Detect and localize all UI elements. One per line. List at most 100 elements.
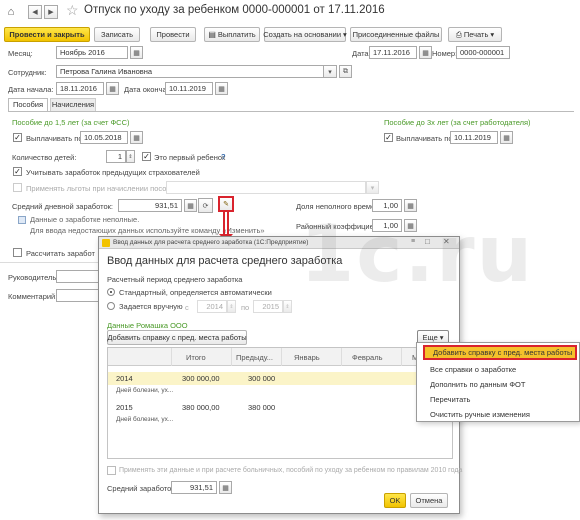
row-total: 300 000,00 [182,374,220,383]
calendar-icon[interactable]: ▦ [215,82,228,95]
forward-icon[interactable]: ▶ [44,5,58,19]
add-certificate-button[interactable]: Добавить справку с пред. места работы [107,330,247,345]
avg-earnings-label: Средний дневной заработок: [12,202,113,211]
create-based-label: Создать на основании [263,30,342,39]
pay-until3-field[interactable]: 10.11.2019 [450,131,498,144]
refresh-icon[interactable]: ⟳ [198,198,213,213]
dropdown-icon[interactable]: ▾ [324,65,337,78]
column-header [108,348,172,366]
menu-item-fill-from-payroll[interactable]: Дополнить по данным ФОТ [417,377,580,392]
table-row[interactable]: 2014 300 000,00 300 000 [108,372,452,385]
apply-label: Применять эти данные и при расчете больн… [119,467,463,474]
to-year-field: 2015 [253,300,283,313]
table-row[interactable]: Дней болезни, ух... [108,385,452,398]
menu-item-reread[interactable]: Перечитать [417,392,580,407]
prev-insurers-label: Учитывать заработок предыдущих страховат… [26,168,200,177]
chevron-down-icon: ▾ [439,333,444,342]
dialog-window-title: Ввод данных для расчета среднего заработ… [113,239,309,246]
home-icon[interactable]: ⌂ [4,5,18,19]
tab-accruals[interactable]: Начисления [50,98,96,111]
privileges-checkbox[interactable] [13,183,22,192]
print-label: Печать [463,30,489,39]
save-button[interactable]: Записать [94,27,140,42]
calendar-icon[interactable]: ▦ [130,131,143,144]
pay-until-field[interactable]: 10.05.2018 [80,131,128,144]
tab-benefits[interactable]: Пособия [8,98,48,111]
info-icon [18,216,26,224]
comment-field[interactable] [56,289,102,302]
stepper-icon: ⇕ [283,300,292,313]
start-date-label: Дата начала: [8,85,54,94]
tab-underline [8,111,574,112]
row-subtitle: Дней болезни, ух... [116,416,174,423]
standard-label: Стандартный, определяется автоматически [119,288,272,297]
earnings-table: Итого Предыду... Январь Февраль Ма 2014 … [107,347,453,459]
manager-field[interactable] [56,270,102,283]
print-button[interactable]: ⎙ Печать ▾ [448,27,502,42]
calendar-icon[interactable]: ▦ [500,131,513,144]
calendar-icon[interactable]: ▦ [130,46,143,59]
calculator-icon[interactable]: ▦ [184,199,197,212]
standard-radio[interactable] [107,288,115,296]
pay-button[interactable]: ▤ Выплатить [204,27,260,42]
pay-until-checkbox[interactable]: ✓ [13,133,22,142]
window-title: Отпуск по уходу за ребенком 0000-000001 … [84,4,385,16]
callout-arrow [223,212,229,236]
create-based-button[interactable]: Создать на основании ▾ [263,27,347,42]
comment-label: Комментарий: [8,292,58,301]
under15-title: Пособие до 1,5 лет (за счет ФСС) [12,118,130,127]
column-header: Январь [282,348,342,366]
edit-pencil-icon[interactable]: ✎ [218,196,234,212]
chevron-down-icon: ▾ [490,30,495,39]
calculator-icon[interactable]: ▦ [219,481,232,494]
warning-line1: Данные о заработке неполные. [30,215,140,224]
calendar-icon[interactable]: ▦ [106,82,119,95]
avg-earnings-field[interactable]: 931,51 [171,481,217,494]
pay-until3-label: Выплачивать по [396,134,453,143]
cancel-button[interactable]: Отмена [410,493,448,508]
pay-until-label: Выплачивать по [26,134,83,143]
open-link-icon[interactable]: ⧉ [339,65,352,78]
period-label: Расчетный период среднего заработка [107,275,243,284]
employee-label: Сотрудник: [8,68,47,77]
column-header: Февраль [342,348,402,366]
back-icon[interactable]: ◀ [28,5,42,19]
end-date-field[interactable]: 10.11.2019 [165,82,213,95]
prev-insurers-checkbox[interactable]: ✓ [13,167,22,176]
manual-radio[interactable] [107,302,115,310]
row-subtitle: Дней болезни, ух... [116,387,174,394]
menu-item-all-certificates[interactable]: Все справки о заработке [417,362,580,377]
favorite-star-icon[interactable]: ☆ [66,2,79,19]
children-count-label: Количество детей: [12,153,77,162]
month-field[interactable]: Ноябрь 2016 [56,46,128,59]
children-count-field[interactable]: 1 [106,150,126,163]
menu-item-clear-manual[interactable]: Очистить ручные изменения [417,407,580,422]
pay-until3-checkbox[interactable]: ✓ [384,133,393,142]
start-date-field[interactable]: 18.11.2016 [56,82,104,95]
employee-field[interactable]: Петрова Галина Ивановна [56,65,324,78]
more-context-menu: Добавить справку с пред. места работы Вс… [416,342,580,422]
number-field[interactable]: 0000-000001 [456,46,510,59]
calc-leave-checkbox[interactable] [13,248,22,257]
table-row[interactable]: Дней болезни, ух... [108,414,452,427]
post-button[interactable]: Провести [150,27,196,42]
table-row[interactable]: 2015 380 000,00 380 000 [108,401,452,414]
date-field[interactable]: 17.11.2016 [369,46,417,59]
under3-title: Пособие до 3х лет (за счет работодателя) [384,118,531,127]
post-and-close-button[interactable]: Провести и закрыть [4,27,90,42]
column-header: Предыду... [232,348,282,366]
avg-earnings-field[interactable]: 931,51 [118,199,182,212]
attached-files-button[interactable]: Присоединенные файлы [350,27,442,42]
first-child-checkbox[interactable]: ✓ [142,152,151,161]
apply-checkbox[interactable] [107,466,116,475]
row-prev: 380 000 [248,403,276,412]
pay-label: Выплатить [217,30,256,39]
menu-item-add-certificate[interactable]: Добавить справку с пред. места работы [423,345,577,360]
number-label: Номер: [432,49,458,58]
calendar-icon[interactable]: ▦ [419,46,432,59]
ok-button[interactable]: OK [384,493,406,508]
first-child-help-link[interactable]: ? [221,152,226,161]
stepper-icon[interactable]: ⇕ [126,150,135,163]
manager-label: Руководитель: [8,273,59,282]
company-label: Данные Ромашка ООО [107,321,188,330]
